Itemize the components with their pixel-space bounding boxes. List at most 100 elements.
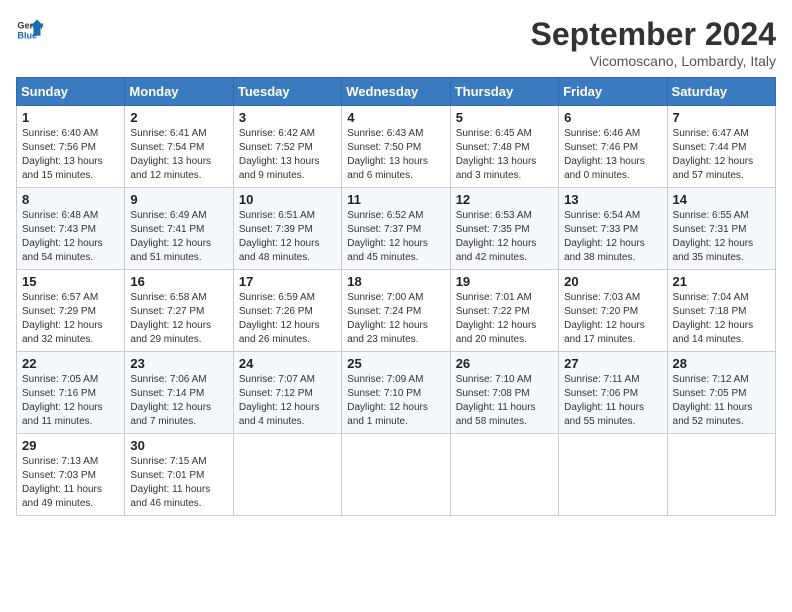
day-number: 3 xyxy=(239,110,336,125)
calendar-cell: 21 Sunrise: 7:04 AM Sunset: 7:18 PM Dayli… xyxy=(667,270,775,352)
cell-sun-info: Sunrise: 6:57 AM Sunset: 7:29 PM Dayligh… xyxy=(22,291,119,347)
weekday-header-wednesday: Wednesday xyxy=(342,78,450,106)
calendar-cell: 26 Sunrise: 7:10 AM Sunset: 7:08 PM Dayli… xyxy=(450,352,558,434)
calendar-table: SundayMondayTuesdayWednesdayThursdayFrid… xyxy=(16,77,776,516)
cell-sun-info: Sunrise: 7:07 AM Sunset: 7:12 PM Dayligh… xyxy=(239,373,336,429)
weekday-header-thursday: Thursday xyxy=(450,78,558,106)
cell-sun-info: Sunrise: 6:55 AM Sunset: 7:31 PM Dayligh… xyxy=(673,209,770,265)
calendar-cell: 9 Sunrise: 6:49 AM Sunset: 7:41 PM Daylig… xyxy=(125,188,233,270)
weekday-header-monday: Monday xyxy=(125,78,233,106)
weekday-header-saturday: Saturday xyxy=(667,78,775,106)
calendar-cell: 6Sunrise: 6:46 AM Sunset: 7:46 PM Daylig… xyxy=(559,106,667,188)
day-number: 29 xyxy=(22,438,119,453)
month-title: September 2024 xyxy=(531,16,776,53)
cell-sun-info: Sunrise: 7:11 AM Sunset: 7:06 PM Dayligh… xyxy=(564,373,661,429)
cell-sun-info: Sunrise: 6:48 AM Sunset: 7:43 PM Dayligh… xyxy=(22,209,119,265)
location-title: Vicomoscano, Lombardy, Italy xyxy=(531,53,776,69)
calendar-cell xyxy=(450,434,558,516)
calendar-cell: 8 Sunrise: 6:48 AM Sunset: 7:43 PM Daylig… xyxy=(17,188,125,270)
day-number: 22 xyxy=(22,356,119,371)
calendar-cell: 3 Sunrise: 6:42 AM Sunset: 7:52 PM Daylig… xyxy=(233,106,341,188)
calendar-cell: 28Sunrise: 7:12 AM Sunset: 7:05 PM Dayli… xyxy=(667,352,775,434)
weekday-header-friday: Friday xyxy=(559,78,667,106)
cell-sun-info: Sunrise: 7:15 AM Sunset: 7:01 PM Dayligh… xyxy=(130,455,227,511)
day-number: 26 xyxy=(456,356,553,371)
calendar-cell: 23 Sunrise: 7:06 AM Sunset: 7:14 PM Dayli… xyxy=(125,352,233,434)
calendar-cell: 5 Sunrise: 6:45 AM Sunset: 7:48 PM Daylig… xyxy=(450,106,558,188)
weekday-header-tuesday: Tuesday xyxy=(233,78,341,106)
calendar-cell xyxy=(667,434,775,516)
cell-sun-info: Sunrise: 7:12 AM Sunset: 7:05 PM Dayligh… xyxy=(673,373,770,429)
day-number: 12 xyxy=(456,192,553,207)
day-number: 5 xyxy=(456,110,553,125)
cell-sun-info: Sunrise: 7:10 AM Sunset: 7:08 PM Dayligh… xyxy=(456,373,553,429)
day-number: 13 xyxy=(564,192,661,207)
day-number: 10 xyxy=(239,192,336,207)
calendar-cell: 14Sunrise: 6:55 AM Sunset: 7:31 PM Dayli… xyxy=(667,188,775,270)
logo: General Blue xyxy=(16,16,44,44)
calendar-week-4: 22 Sunrise: 7:05 AM Sunset: 7:16 PM Dayli… xyxy=(17,352,776,434)
cell-sun-info: Sunrise: 6:47 AM Sunset: 7:44 PM Dayligh… xyxy=(673,127,770,183)
day-number: 27 xyxy=(564,356,661,371)
calendar-cell xyxy=(342,434,450,516)
calendar-cell: 22 Sunrise: 7:05 AM Sunset: 7:16 PM Dayli… xyxy=(17,352,125,434)
cell-sun-info: Sunrise: 6:59 AM Sunset: 7:26 PM Dayligh… xyxy=(239,291,336,347)
cell-sun-info: Sunrise: 7:03 AM Sunset: 7:20 PM Dayligh… xyxy=(564,291,661,347)
cell-sun-info: Sunrise: 6:42 AM Sunset: 7:52 PM Dayligh… xyxy=(239,127,336,183)
calendar-cell: 7 Sunrise: 6:47 AM Sunset: 7:44 PM Daylig… xyxy=(667,106,775,188)
day-number: 25 xyxy=(347,356,444,371)
calendar-cell: 12Sunrise: 6:53 AM Sunset: 7:35 PM Dayli… xyxy=(450,188,558,270)
day-number: 9 xyxy=(130,192,227,207)
calendar-cell: 16 Sunrise: 6:58 AM Sunset: 7:27 PM Dayli… xyxy=(125,270,233,352)
calendar-cell: 27 Sunrise: 7:11 AM Sunset: 7:06 PM Dayli… xyxy=(559,352,667,434)
day-number: 30 xyxy=(130,438,227,453)
cell-sun-info: Sunrise: 6:58 AM Sunset: 7:27 PM Dayligh… xyxy=(130,291,227,347)
calendar-cell: 1Sunrise: 6:40 AM Sunset: 7:56 PM Daylig… xyxy=(17,106,125,188)
cell-sun-info: Sunrise: 7:04 AM Sunset: 7:18 PM Dayligh… xyxy=(673,291,770,347)
cell-sun-info: Sunrise: 7:13 AM Sunset: 7:03 PM Dayligh… xyxy=(22,455,119,511)
calendar-cell: 11 Sunrise: 6:52 AM Sunset: 7:37 PM Dayli… xyxy=(342,188,450,270)
calendar-week-1: 1Sunrise: 6:40 AM Sunset: 7:56 PM Daylig… xyxy=(17,106,776,188)
cell-sun-info: Sunrise: 7:09 AM Sunset: 7:10 PM Dayligh… xyxy=(347,373,444,429)
weekday-header-row: SundayMondayTuesdayWednesdayThursdayFrid… xyxy=(17,78,776,106)
calendar-cell: 4Sunrise: 6:43 AM Sunset: 7:50 PM Daylig… xyxy=(342,106,450,188)
calendar-cell: 30 Sunrise: 7:15 AM Sunset: 7:01 PM Dayli… xyxy=(125,434,233,516)
calendar-cell: 19Sunrise: 7:01 AM Sunset: 7:22 PM Dayli… xyxy=(450,270,558,352)
cell-sun-info: Sunrise: 7:06 AM Sunset: 7:14 PM Dayligh… xyxy=(130,373,227,429)
day-number: 4 xyxy=(347,110,444,125)
calendar-cell: 24 Sunrise: 7:07 AM Sunset: 7:12 PM Dayli… xyxy=(233,352,341,434)
weekday-header-sunday: Sunday xyxy=(17,78,125,106)
cell-sun-info: Sunrise: 6:49 AM Sunset: 7:41 PM Dayligh… xyxy=(130,209,227,265)
calendar-cell xyxy=(559,434,667,516)
header: General Blue September 2024 Vicomoscano,… xyxy=(16,16,776,69)
day-number: 11 xyxy=(347,192,444,207)
cell-sun-info: Sunrise: 6:41 AM Sunset: 7:54 PM Dayligh… xyxy=(130,127,227,183)
calendar-cell: 18Sunrise: 7:00 AM Sunset: 7:24 PM Dayli… xyxy=(342,270,450,352)
calendar-body: 1Sunrise: 6:40 AM Sunset: 7:56 PM Daylig… xyxy=(17,106,776,516)
day-number: 17 xyxy=(239,274,336,289)
day-number: 8 xyxy=(22,192,119,207)
day-number: 2 xyxy=(130,110,227,125)
day-number: 18 xyxy=(347,274,444,289)
calendar-cell: 17 Sunrise: 6:59 AM Sunset: 7:26 PM Dayli… xyxy=(233,270,341,352)
cell-sun-info: Sunrise: 6:52 AM Sunset: 7:37 PM Dayligh… xyxy=(347,209,444,265)
day-number: 1 xyxy=(22,110,119,125)
cell-sun-info: Sunrise: 7:05 AM Sunset: 7:16 PM Dayligh… xyxy=(22,373,119,429)
day-number: 19 xyxy=(456,274,553,289)
day-number: 16 xyxy=(130,274,227,289)
calendar-week-2: 8 Sunrise: 6:48 AM Sunset: 7:43 PM Daylig… xyxy=(17,188,776,270)
logo-icon: General Blue xyxy=(16,16,44,44)
calendar-cell: 13Sunrise: 6:54 AM Sunset: 7:33 PM Dayli… xyxy=(559,188,667,270)
day-number: 21 xyxy=(673,274,770,289)
calendar-cell: 20Sunrise: 7:03 AM Sunset: 7:20 PM Dayli… xyxy=(559,270,667,352)
calendar-cell: 29 Sunrise: 7:13 AM Sunset: 7:03 PM Dayli… xyxy=(17,434,125,516)
calendar-cell: 15Sunrise: 6:57 AM Sunset: 7:29 PM Dayli… xyxy=(17,270,125,352)
calendar-cell: 10Sunrise: 6:51 AM Sunset: 7:39 PM Dayli… xyxy=(233,188,341,270)
calendar-cell: 25 Sunrise: 7:09 AM Sunset: 7:10 PM Dayli… xyxy=(342,352,450,434)
calendar-week-5: 29 Sunrise: 7:13 AM Sunset: 7:03 PM Dayli… xyxy=(17,434,776,516)
day-number: 7 xyxy=(673,110,770,125)
day-number: 23 xyxy=(130,356,227,371)
calendar-cell: 2 Sunrise: 6:41 AM Sunset: 7:54 PM Daylig… xyxy=(125,106,233,188)
cell-sun-info: Sunrise: 6:45 AM Sunset: 7:48 PM Dayligh… xyxy=(456,127,553,183)
day-number: 24 xyxy=(239,356,336,371)
